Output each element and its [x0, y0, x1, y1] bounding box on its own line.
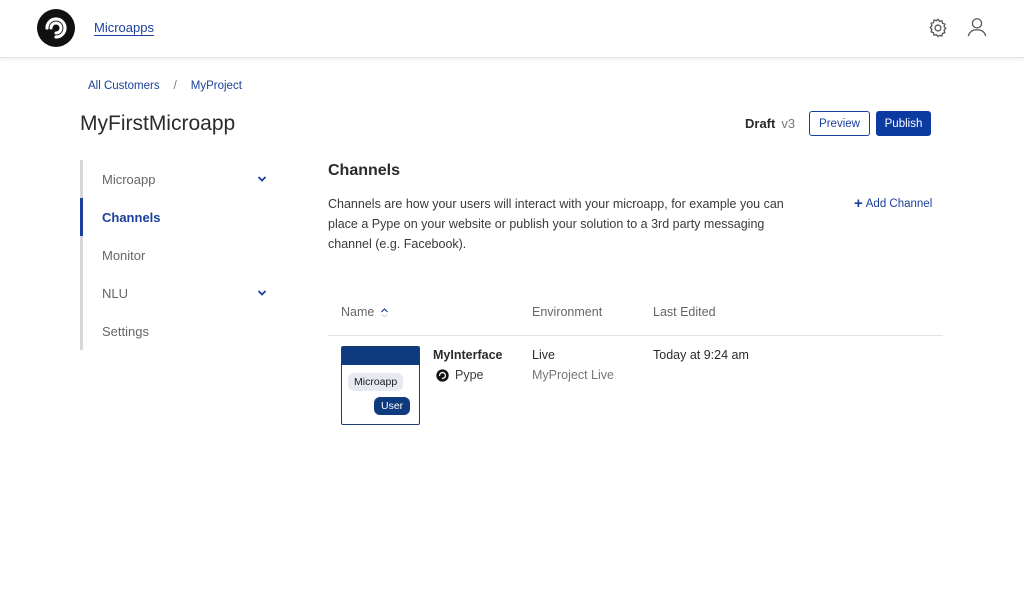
- chevron-down-icon[interactable]: [257, 288, 267, 298]
- sidebar-item-label: Monitor: [102, 247, 146, 263]
- gear-icon[interactable]: [927, 17, 949, 39]
- table-row[interactable]: Microapp User MyInterface Pype Live MyPr…: [328, 346, 943, 428]
- status-badge: Draft: [745, 116, 776, 131]
- sidebar-item-channels[interactable]: Channels: [80, 198, 280, 236]
- pype-logo-icon: [436, 368, 449, 382]
- channel-thumbnail[interactable]: Microapp User: [341, 346, 420, 425]
- sort-icon[interactable]: [380, 307, 389, 317]
- channel-type: Pype: [436, 368, 484, 382]
- user-icon[interactable]: [966, 16, 988, 38]
- version-status: Draft v3: [745, 116, 795, 131]
- breadcrumb-myproject[interactable]: MyProject: [191, 80, 242, 92]
- user-bubble: User: [374, 397, 411, 415]
- environment-name: Live: [532, 348, 555, 362]
- sidebar-item-settings[interactable]: Settings: [83, 312, 280, 350]
- pype-logo-icon[interactable]: [36, 8, 76, 48]
- channel-name[interactable]: MyInterface: [433, 348, 502, 362]
- breadcrumb-all-customers[interactable]: All Customers: [88, 80, 160, 92]
- breadcrumb: All Customers / MyProject: [88, 80, 242, 92]
- microapps-link[interactable]: Microapps: [94, 20, 154, 35]
- plus-icon: +: [854, 195, 863, 212]
- channels-table-header: Name Environment Last Edited: [328, 296, 943, 336]
- sidebar-item-label: Settings: [102, 323, 149, 339]
- sidebar-item-label: NLU: [102, 285, 129, 301]
- sidebar-item-label: Channels: [102, 209, 161, 225]
- chevron-down-icon[interactable]: [257, 174, 267, 184]
- add-channel-button[interactable]: + Add Channel: [854, 195, 933, 212]
- top-bar: Microapps: [0, 0, 1024, 58]
- last-edited-value: Today at 9:24 am: [653, 348, 749, 362]
- sidebar: Microapp Channels Monitor NLU Settings: [80, 160, 280, 350]
- add-channel-label: Add Channel: [865, 198, 933, 210]
- microapp-bubble: Microapp: [348, 373, 404, 391]
- publish-button[interactable]: Publish: [876, 111, 931, 136]
- breadcrumb-separator: /: [173, 80, 177, 92]
- thumbnail-header-bar: [342, 347, 419, 365]
- preview-button[interactable]: Preview: [809, 111, 870, 136]
- section-title: Channels: [328, 162, 401, 179]
- column-header-environment[interactable]: Environment: [532, 305, 602, 319]
- environment-project: MyProject Live: [532, 368, 614, 382]
- sidebar-item-nlu[interactable]: NLU: [83, 274, 280, 312]
- sidebar-item-microapp[interactable]: Microapp: [83, 160, 280, 198]
- section-description: Channels are how your users will interac…: [328, 197, 784, 251]
- channel-type-label: Pype: [455, 368, 484, 382]
- version-label: v3: [781, 116, 796, 131]
- page-title: MyFirstMicroapp: [80, 112, 236, 135]
- sidebar-item-label: Microapp: [102, 171, 156, 187]
- column-header-label: Name: [341, 305, 375, 319]
- column-header-name[interactable]: Name: [341, 305, 389, 319]
- column-header-last-edited[interactable]: Last Edited: [653, 305, 716, 319]
- sidebar-item-monitor[interactable]: Monitor: [83, 236, 280, 274]
